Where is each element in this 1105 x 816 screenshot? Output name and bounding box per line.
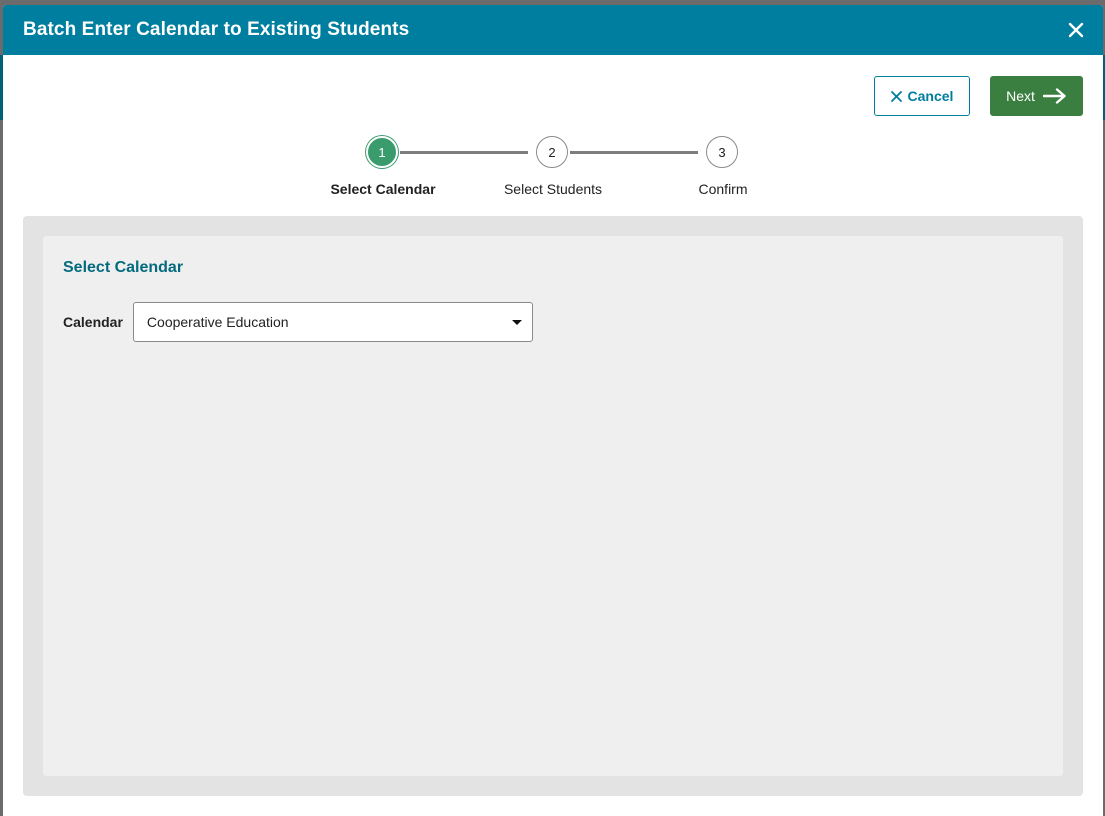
step-2-label: Select Students bbox=[503, 181, 603, 197]
wizard-stepper: 1 2 3 Select Calendar Select Students Co… bbox=[3, 136, 1103, 206]
calendar-select[interactable]: Cooperative Education bbox=[132, 302, 533, 342]
x-icon bbox=[890, 90, 902, 102]
step-1-label: Select Calendar bbox=[330, 181, 436, 197]
content-panel: Select Calendar Calendar Cooperative Edu… bbox=[23, 216, 1083, 796]
dialog-actions: Cancel Next bbox=[874, 76, 1083, 116]
step-1-indicator: 1 bbox=[366, 136, 398, 168]
step-3-label: Confirm bbox=[698, 181, 748, 197]
dialog-title: Batch Enter Calendar to Existing Student… bbox=[23, 19, 410, 40]
caret-down-icon bbox=[511, 319, 522, 325]
next-button[interactable]: Next bbox=[990, 76, 1083, 116]
cancel-button-label: Cancel bbox=[907, 88, 954, 104]
dialog-header: Batch Enter Calendar to Existing Student… bbox=[3, 5, 1103, 55]
cancel-button[interactable]: Cancel bbox=[874, 76, 970, 116]
calendar-select-value: Cooperative Education bbox=[146, 314, 289, 330]
step-2-indicator: 2 bbox=[536, 136, 568, 168]
next-button-label: Next bbox=[1006, 88, 1035, 104]
select-calendar-card: Select Calendar Calendar Cooperative Edu… bbox=[43, 236, 1063, 776]
step-3-indicator: 3 bbox=[706, 136, 738, 168]
step-connector bbox=[570, 151, 698, 154]
arrow-right-icon bbox=[1042, 88, 1066, 104]
calendar-label: Calendar bbox=[63, 314, 123, 330]
step-connector bbox=[400, 151, 528, 154]
calendar-field-row: Calendar Cooperative Education bbox=[63, 302, 533, 342]
batch-enter-calendar-dialog: Batch Enter Calendar to Existing Student… bbox=[3, 5, 1103, 816]
section-title: Select Calendar bbox=[63, 259, 184, 276]
close-icon[interactable] bbox=[1064, 18, 1088, 42]
